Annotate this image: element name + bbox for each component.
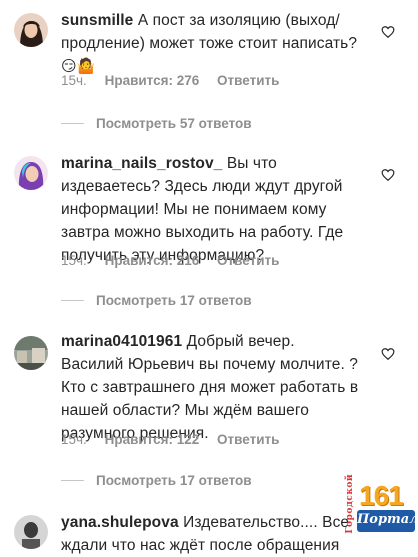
comment-username[interactable]: marina_nails_rostov_ xyxy=(61,155,222,172)
comment-time: 15ч. xyxy=(61,253,87,268)
comment-meta: 15ч. Нравится: 216 Ответить xyxy=(61,253,293,268)
avatar[interactable] xyxy=(14,156,48,190)
comment-text: marina_nails_rostov_ Вы что издеваетесь?… xyxy=(61,152,361,267)
comment-username[interactable]: marina04101961 xyxy=(61,333,182,350)
heart-icon[interactable] xyxy=(381,25,395,39)
divider xyxy=(61,123,84,124)
comment-time: 15ч. xyxy=(61,73,87,88)
view-replies-label: Посмотреть 17 ответов xyxy=(96,473,252,488)
divider xyxy=(61,300,84,301)
reply-button[interactable]: Ответить xyxy=(217,73,279,88)
likes-count[interactable]: Нравится: 276 xyxy=(105,73,200,88)
reply-button[interactable]: Ответить xyxy=(217,253,279,268)
logo-vertical-text: Городской xyxy=(345,474,355,534)
view-replies-label: Посмотреть 57 ответов xyxy=(96,116,252,131)
comment-meta: 15ч. Нравится: 122 Ответить xyxy=(61,432,293,447)
avatar[interactable] xyxy=(14,336,48,370)
heart-icon[interactable] xyxy=(381,168,395,182)
view-replies-button[interactable]: Посмотреть 17 ответов xyxy=(61,293,252,308)
comment-username[interactable]: sunsmille xyxy=(61,12,133,29)
comment-text: sunsmille А пост за изоляцию (выход/ про… xyxy=(61,9,361,78)
view-replies-button[interactable]: Посмотреть 17 ответов xyxy=(61,473,252,488)
comment-text: marina04101961 Добрый вечер. Василий Юрь… xyxy=(61,330,361,445)
view-replies-button[interactable]: Посмотреть 57 ответов xyxy=(61,116,252,131)
likes-count[interactable]: Нравится: 216 xyxy=(105,253,200,268)
avatar[interactable] xyxy=(14,13,48,47)
portal-161-logo: Городской 161 Портал xyxy=(345,474,418,550)
heart-icon[interactable] xyxy=(381,347,395,361)
view-replies-label: Посмотреть 17 ответов xyxy=(96,293,252,308)
divider xyxy=(61,480,84,481)
avatar[interactable] xyxy=(14,515,48,549)
comment-meta: 15ч. Нравится: 276 Ответить xyxy=(61,73,293,88)
comment-time: 15ч. xyxy=(61,432,87,447)
logo-number: 161 xyxy=(359,480,404,511)
reply-button[interactable]: Ответить xyxy=(217,432,279,447)
comment-username[interactable]: yana.shulepova xyxy=(61,514,179,531)
likes-count[interactable]: Нравится: 122 xyxy=(105,432,200,447)
comment-text: yana.shulepova Издевательство.... Все жд… xyxy=(61,511,361,557)
logo-word: Портал xyxy=(357,512,418,527)
